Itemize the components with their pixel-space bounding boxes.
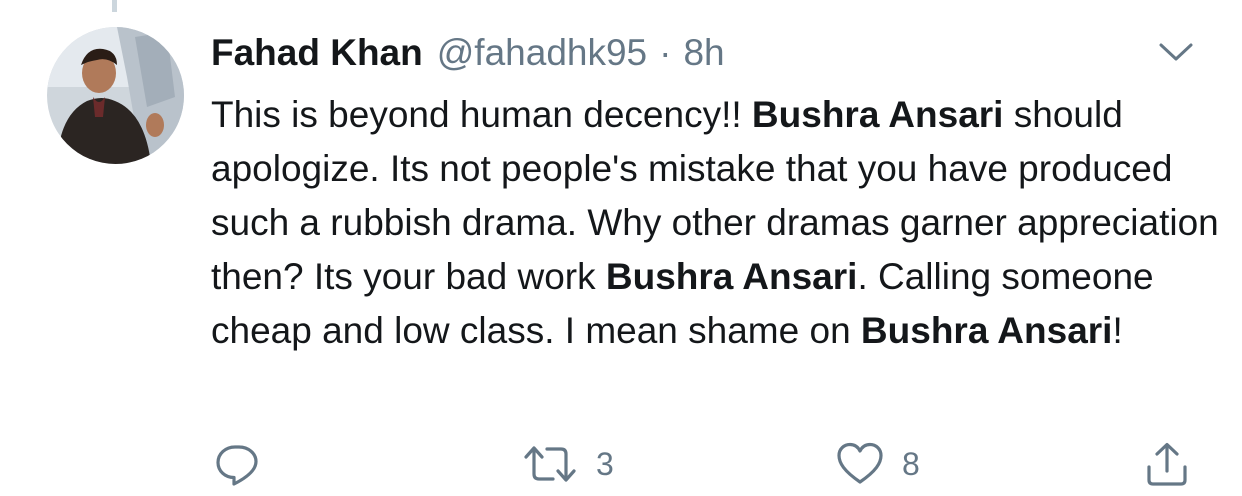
dot-separator: · xyxy=(659,32,672,73)
share-icon xyxy=(1147,442,1187,486)
author-handle[interactable]: @fahadhk95 xyxy=(437,32,647,74)
more-options-button[interactable] xyxy=(1158,40,1194,64)
like-count: 8 xyxy=(902,445,920,482)
chevron-down-icon xyxy=(1159,43,1193,61)
like-button[interactable]: 8 xyxy=(836,438,920,490)
mention-bold: Bushra Ansari xyxy=(860,310,1113,351)
author-name[interactable]: Fahad Khan xyxy=(211,32,423,74)
tweet-header: Fahad Khan @fahadhk95 · 8h xyxy=(211,28,725,78)
tweet-actions-bar: 3 8 xyxy=(0,438,1242,490)
mention-bold: Bushra Ansari xyxy=(751,94,1004,135)
retweet-button[interactable]: 3 xyxy=(522,438,614,490)
timestamp[interactable]: 8h xyxy=(683,32,724,74)
retweet-icon xyxy=(524,446,576,482)
avatar-image xyxy=(47,27,184,164)
tweet-text-segment: ! xyxy=(1112,310,1123,351)
tweet-text: This is beyond human decency!! Bushra An… xyxy=(211,88,1221,358)
reply-icon xyxy=(216,445,258,486)
avatar[interactable] xyxy=(47,27,184,164)
mention-bold: Bushra Ansari xyxy=(605,256,858,297)
heart-icon xyxy=(837,442,883,484)
share-button[interactable] xyxy=(1143,438,1191,490)
reply-button[interactable] xyxy=(213,438,261,490)
retweet-count: 3 xyxy=(596,445,614,482)
tweet-text-segment: This is beyond human decency!! xyxy=(211,94,752,135)
thread-connector-line xyxy=(112,0,117,12)
